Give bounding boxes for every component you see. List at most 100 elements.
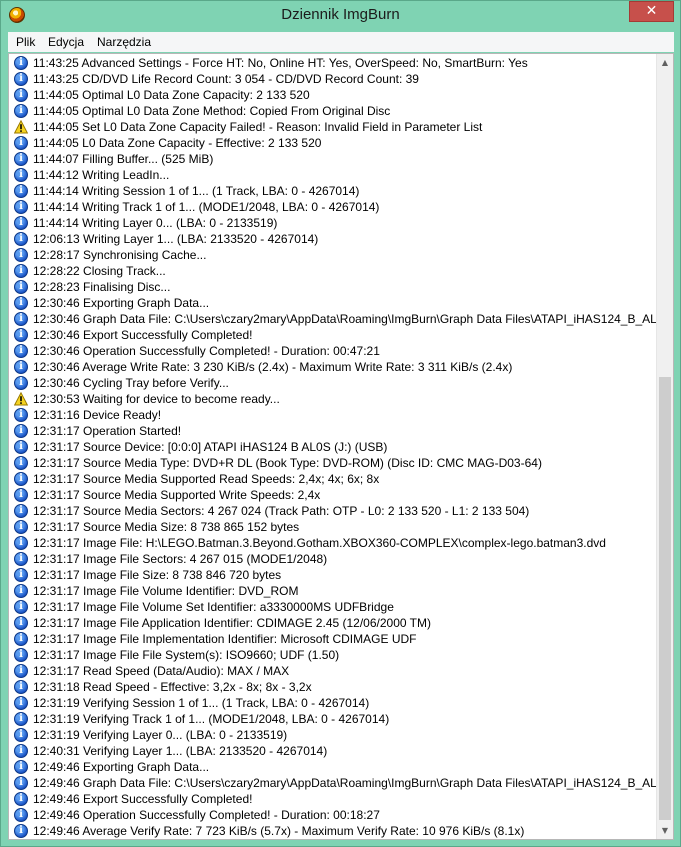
log-rows: i 11:43:25 Advanced Settings - Force HT: … bbox=[9, 55, 658, 839]
log-entry[interactable]: i 12:40:31 Verifying Layer 1... (LBA: 213… bbox=[9, 743, 658, 759]
log-entry[interactable]: i 12:31:17 Source Media Size: 8 738 865 1… bbox=[9, 519, 658, 535]
log-entry[interactable]: i 11:43:25 Advanced Settings - Force HT: … bbox=[9, 55, 658, 71]
info-icon: i bbox=[14, 504, 28, 518]
vertical-scrollbar[interactable]: ▲ ▼ bbox=[656, 54, 673, 839]
log-entry-text: 12:49:46 Graph Data File: C:\Users\czary… bbox=[33, 776, 658, 790]
log-entry[interactable]: i 12:31:17 Source Media Supported Read Sp… bbox=[9, 471, 658, 487]
log-entry-text: 12:31:17 Source Device: [0:0:0] ATAPI iH… bbox=[33, 440, 388, 454]
info-icon: i bbox=[14, 72, 28, 86]
log-entry[interactable]: i 11:44:14 Writing Layer 0... (LBA: 0 - 2… bbox=[9, 215, 658, 231]
log-entry[interactable]: i 12:30:46 Export Successfully Completed! bbox=[9, 327, 658, 343]
info-icon: i bbox=[14, 232, 28, 246]
info-icon: i bbox=[14, 376, 28, 390]
log-entry[interactable]: i 12:31:17 Source Media Type: DVD+R DL (B… bbox=[9, 455, 658, 471]
log-list[interactable]: i 11:43:25 Advanced Settings - Force HT: … bbox=[8, 53, 674, 840]
log-entry-text: 12:31:19 Verifying Track 1 of 1... (MODE… bbox=[33, 712, 390, 726]
log-entry-text: 12:28:17 Synchronising Cache... bbox=[33, 248, 207, 262]
menu-edycja[interactable]: Edycja bbox=[48, 35, 84, 49]
log-entry[interactable]: i 12:49:46 Export Successfully Completed! bbox=[9, 791, 658, 807]
menu-narzedzia[interactable]: Narzędzia bbox=[97, 35, 151, 49]
log-entry-text: 12:31:17 Operation Started! bbox=[33, 424, 182, 438]
log-entry[interactable]: i 12:31:16 Device Ready! bbox=[9, 407, 658, 423]
log-entry[interactable]: i 12:31:17 Source Device: [0:0:0] ATAPI i… bbox=[9, 439, 658, 455]
log-entry[interactable]: i 12:28:22 Closing Track... bbox=[9, 263, 658, 279]
log-entry[interactable]: i 11:43:25 CD/DVD Life Record Count: 3 05… bbox=[9, 71, 658, 87]
info-icon: i bbox=[14, 184, 28, 198]
log-entry[interactable]: i 12:31:17 Image File File System(s): ISO… bbox=[9, 647, 658, 663]
close-button[interactable]: ✕ bbox=[629, 1, 674, 22]
log-entry[interactable]: i 12:49:46 Exporting Graph Data... bbox=[9, 759, 658, 775]
log-entry[interactable]: i 12:31:17 Image File Volume Set Identifi… bbox=[9, 599, 658, 615]
log-entry[interactable]: i 12:30:46 Average Write Rate: 3 230 KiB/… bbox=[9, 359, 658, 375]
info-icon: i bbox=[14, 696, 28, 710]
log-entry-text: 12:49:46 Exporting Graph Data... bbox=[33, 760, 210, 774]
log-entry-text: 11:44:12 Writing LeadIn... bbox=[33, 168, 170, 182]
log-entry-text: 12:31:17 Image File Application Identifi… bbox=[33, 616, 431, 630]
info-icon: i bbox=[14, 136, 28, 150]
scrollbar-thumb[interactable] bbox=[659, 377, 671, 820]
info-icon: i bbox=[14, 56, 28, 70]
info-icon: i bbox=[14, 520, 28, 534]
log-entry[interactable]: i 12:49:46 Graph Data File: C:\Users\czar… bbox=[9, 775, 658, 791]
log-entry-text: 11:44:05 Set L0 Data Zone Capacity Faile… bbox=[33, 120, 483, 134]
log-entry[interactable]: i 12:31:17 Image File Implementation Iden… bbox=[9, 631, 658, 647]
log-entry[interactable]: i 12:31:17 Image File Size: 8 738 846 720… bbox=[9, 567, 658, 583]
log-entry-text: 11:44:14 Writing Layer 0... (LBA: 0 - 21… bbox=[33, 216, 278, 230]
log-entry[interactable]: i 12:31:17 Image File: H:\LEGO.Batman.3.B… bbox=[9, 535, 658, 551]
log-entry-text: 11:44:05 Optimal L0 Data Zone Method: Co… bbox=[33, 104, 391, 118]
log-entry[interactable]: i 12:49:46 Operation Successfully Complet… bbox=[9, 807, 658, 823]
info-icon: i bbox=[14, 744, 28, 758]
menu-bar: Plik Edycja Narzędzia bbox=[8, 32, 674, 52]
log-entry[interactable]: i 12:28:23 Finalising Disc... bbox=[9, 279, 658, 295]
log-entry[interactable]: i 12:30:46 Cycling Tray before Verify... bbox=[9, 375, 658, 391]
log-entry[interactable]: 11:44:05 Set L0 Data Zone Capacity Faile… bbox=[9, 119, 658, 135]
log-entry[interactable]: i 12:31:18 Read Speed - Effective: 3,2x -… bbox=[9, 679, 658, 695]
log-entry[interactable]: i 11:44:14 Writing Track 1 of 1... (MODE1… bbox=[9, 199, 658, 215]
log-entry[interactable]: i 12:31:19 Verifying Session 1 of 1... (1… bbox=[9, 695, 658, 711]
log-entry[interactable]: i 11:44:05 Optimal L0 Data Zone Method: C… bbox=[9, 103, 658, 119]
log-entry-text: 12:31:17 Source Media Sectors: 4 267 024… bbox=[33, 504, 530, 518]
info-icon: i bbox=[14, 344, 28, 358]
info-icon: i bbox=[14, 88, 28, 102]
log-entry[interactable]: i 12:31:17 Image File Volume Identifier: … bbox=[9, 583, 658, 599]
log-entry[interactable]: i 12:31:17 Image File Application Identif… bbox=[9, 615, 658, 631]
log-entry[interactable]: i 12:31:19 Verifying Layer 0... (LBA: 0 -… bbox=[9, 727, 658, 743]
log-entry[interactable]: i 12:31:17 Source Media Sectors: 4 267 02… bbox=[9, 503, 658, 519]
log-entry-text: 12:30:46 Operation Successfully Complete… bbox=[33, 344, 380, 358]
log-entry-text: 12:31:17 Source Media Supported Write Sp… bbox=[33, 488, 321, 502]
title-bar[interactable]: Dziennik ImgBurn ✕ bbox=[1, 1, 680, 31]
log-entry[interactable]: i 11:44:12 Writing LeadIn... bbox=[9, 167, 658, 183]
log-entry[interactable]: i 12:30:46 Operation Successfully Complet… bbox=[9, 343, 658, 359]
log-entry[interactable]: i 12:49:46 Average Verify Rate: 7 723 KiB… bbox=[9, 823, 658, 839]
info-icon: i bbox=[14, 648, 28, 662]
info-icon: i bbox=[14, 568, 28, 582]
log-entry-text: 12:31:17 Source Media Size: 8 738 865 15… bbox=[33, 520, 300, 534]
info-icon: i bbox=[14, 248, 28, 262]
log-entry[interactable]: i 11:44:05 L0 Data Zone Capacity - Effect… bbox=[9, 135, 658, 151]
log-entry-text: 12:31:19 Verifying Session 1 of 1... (1 … bbox=[33, 696, 370, 710]
log-entry[interactable]: i 12:31:17 Operation Started! bbox=[9, 423, 658, 439]
log-entry-text: 11:43:25 CD/DVD Life Record Count: 3 054… bbox=[33, 72, 419, 86]
log-entry[interactable]: i 12:31:17 Read Speed (Data/Audio): MAX /… bbox=[9, 663, 658, 679]
scroll-up-arrow-icon[interactable]: ▲ bbox=[657, 54, 673, 71]
scroll-down-arrow-icon[interactable]: ▼ bbox=[657, 822, 673, 839]
info-icon: i bbox=[14, 824, 28, 838]
log-entry[interactable]: i 11:44:07 Filling Buffer... (525 MiB) bbox=[9, 151, 658, 167]
menu-plik[interactable]: Plik bbox=[16, 35, 35, 49]
log-entry-text: 12:30:46 Cycling Tray before Verify... bbox=[33, 376, 229, 390]
log-entry-text: 12:31:17 Source Media Type: DVD+R DL (Bo… bbox=[33, 456, 542, 470]
log-entry-text: 11:44:14 Writing Track 1 of 1... (MODE1/… bbox=[33, 200, 380, 214]
log-entry[interactable]: i 11:44:14 Writing Session 1 of 1... (1 T… bbox=[9, 183, 658, 199]
log-entry[interactable]: i 12:28:17 Synchronising Cache... bbox=[9, 247, 658, 263]
log-entry[interactable]: 12:30:53 Waiting for device to become re… bbox=[9, 391, 658, 407]
log-entry-text: 12:30:46 Average Write Rate: 3 230 KiB/s… bbox=[33, 360, 513, 374]
log-entry[interactable]: i 12:31:17 Source Media Supported Write S… bbox=[9, 487, 658, 503]
info-icon: i bbox=[14, 808, 28, 822]
log-entry[interactable]: i 12:30:46 Graph Data File: C:\Users\czar… bbox=[9, 311, 658, 327]
log-entry[interactable]: i 12:31:17 Image File Sectors: 4 267 015 … bbox=[9, 551, 658, 567]
log-entry[interactable]: i 12:30:46 Exporting Graph Data... bbox=[9, 295, 658, 311]
log-entry[interactable]: i 12:06:13 Writing Layer 1... (LBA: 21335… bbox=[9, 231, 658, 247]
log-entry[interactable]: i 11:44:05 Optimal L0 Data Zone Capacity:… bbox=[9, 87, 658, 103]
info-icon: i bbox=[14, 712, 28, 726]
log-entry[interactable]: i 12:31:19 Verifying Track 1 of 1... (MOD… bbox=[9, 711, 658, 727]
